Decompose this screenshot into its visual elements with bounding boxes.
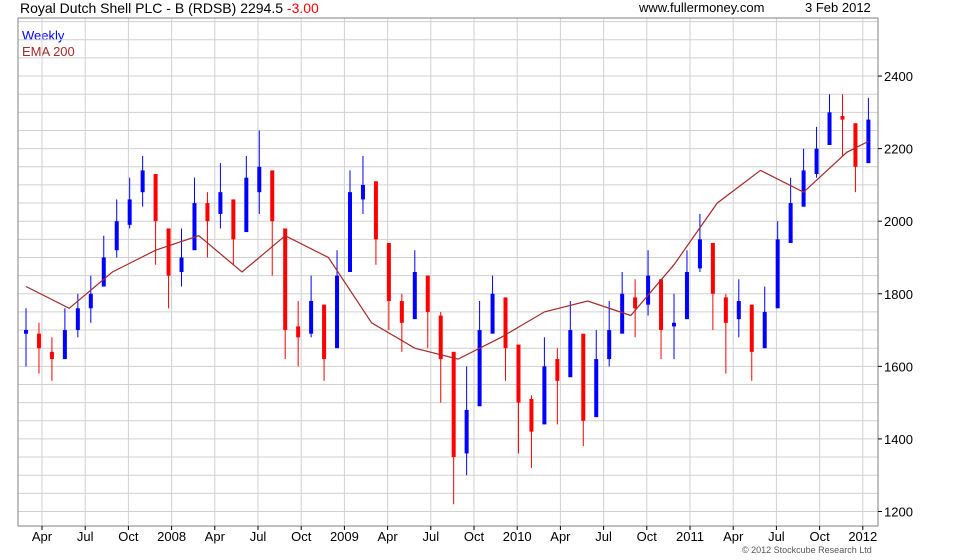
candle-body [801,170,806,207]
candle-body [723,297,728,323]
x-tick-label: Oct [118,529,139,544]
candle-body [49,351,54,360]
candle-body [140,170,145,193]
candle-body [166,228,171,276]
candle-body [283,228,288,331]
candles [24,94,871,505]
candle-body [386,242,391,302]
candle-body [36,333,41,349]
candle-body [438,315,443,360]
candle-body [607,330,612,360]
x-tick-label: 2012 [848,529,877,544]
y-tick-label: 1400 [884,432,913,447]
y-tick-label: 2200 [884,142,913,157]
x-tick-label: Apr [550,529,571,544]
candle-body [503,297,508,349]
candle-body [788,203,793,243]
grid [18,18,878,526]
x-tick-label: Apr [205,529,226,544]
candle-body [373,181,378,240]
candle-body [348,192,352,272]
candle-body [270,170,275,222]
x-tick-label: 2011 [676,529,704,544]
candle-body [762,311,767,349]
price-chart: 1200 1400 1600 1800 2000 2200 2400 Apr Jul Oct 200… [17,17,913,544]
x-tick-label: Oct [291,529,312,544]
y-tick-label: 2000 [884,214,913,229]
candle-body [749,304,754,352]
candle-body [840,115,845,120]
candle-body [464,409,469,454]
candle-body [24,330,28,334]
candle-body [192,203,197,251]
x-tick-label: Jul [422,529,439,544]
candle-body [697,239,702,269]
x-tick-label: Jul [595,529,612,544]
candle-body [296,326,301,338]
candle-body [101,257,106,287]
candle-body [153,174,158,222]
candle-body [672,322,676,327]
candle-body [218,192,223,214]
candle-body [477,330,482,407]
candle-body [853,123,858,167]
x-tick-label: 2008 [157,529,186,544]
candle-body [775,239,780,309]
candle-body [814,148,819,175]
candle-body [231,199,236,240]
candle-body [555,359,560,381]
candle-body [659,279,664,331]
candle-body [736,301,741,320]
x-tick-label: Oct [464,529,485,544]
x-tick-label: 2009 [330,529,359,544]
candle-body [490,293,495,334]
y-tick-label: 2400 [884,69,913,84]
candle-body [75,308,80,331]
x-tick-label: Oct [637,529,658,544]
candle-body [646,275,651,305]
candle-body [127,199,132,225]
candle-body [594,359,599,418]
candle-body [529,399,534,432]
candle-body [205,203,210,222]
candle-body [399,301,404,323]
candle-body [425,275,430,312]
candle-body [568,330,573,378]
y-tick-label: 1600 [884,359,913,374]
candle-body [633,297,638,309]
candle-body [335,275,340,349]
candle-body [516,344,521,403]
x-tick-label: Apr [723,529,744,544]
x-tick-label: Apr [32,529,53,544]
y-tick-label: 1200 [884,504,913,519]
candle-body [710,242,715,294]
x-tick-label: 2010 [503,529,532,544]
x-tick-label: Jul [250,529,267,544]
x-tick-label: Apr [377,529,398,544]
x-tick-label: Jul [768,529,785,544]
candle-body [88,293,93,309]
candle-body [257,166,262,193]
ema-200-line [25,140,869,360]
x-tick-label: Oct [809,529,830,544]
candle-body [360,184,365,200]
candle-body [620,293,625,334]
candle-body [866,119,871,164]
candle-body [114,221,119,251]
candle-body [309,301,314,334]
candle-body [684,272,689,320]
candle-body [62,330,67,360]
candle-body [244,177,249,233]
x-tick-label: Jul [77,529,94,544]
candle-body [581,333,586,421]
candle-body [322,304,327,360]
candle-body [451,351,456,458]
candle-body [542,366,547,425]
candle-body [827,112,832,145]
y-tick-label: 1800 [884,287,913,302]
candle-body [179,257,184,272]
candle-body [412,272,417,320]
ema-line [25,140,869,360]
